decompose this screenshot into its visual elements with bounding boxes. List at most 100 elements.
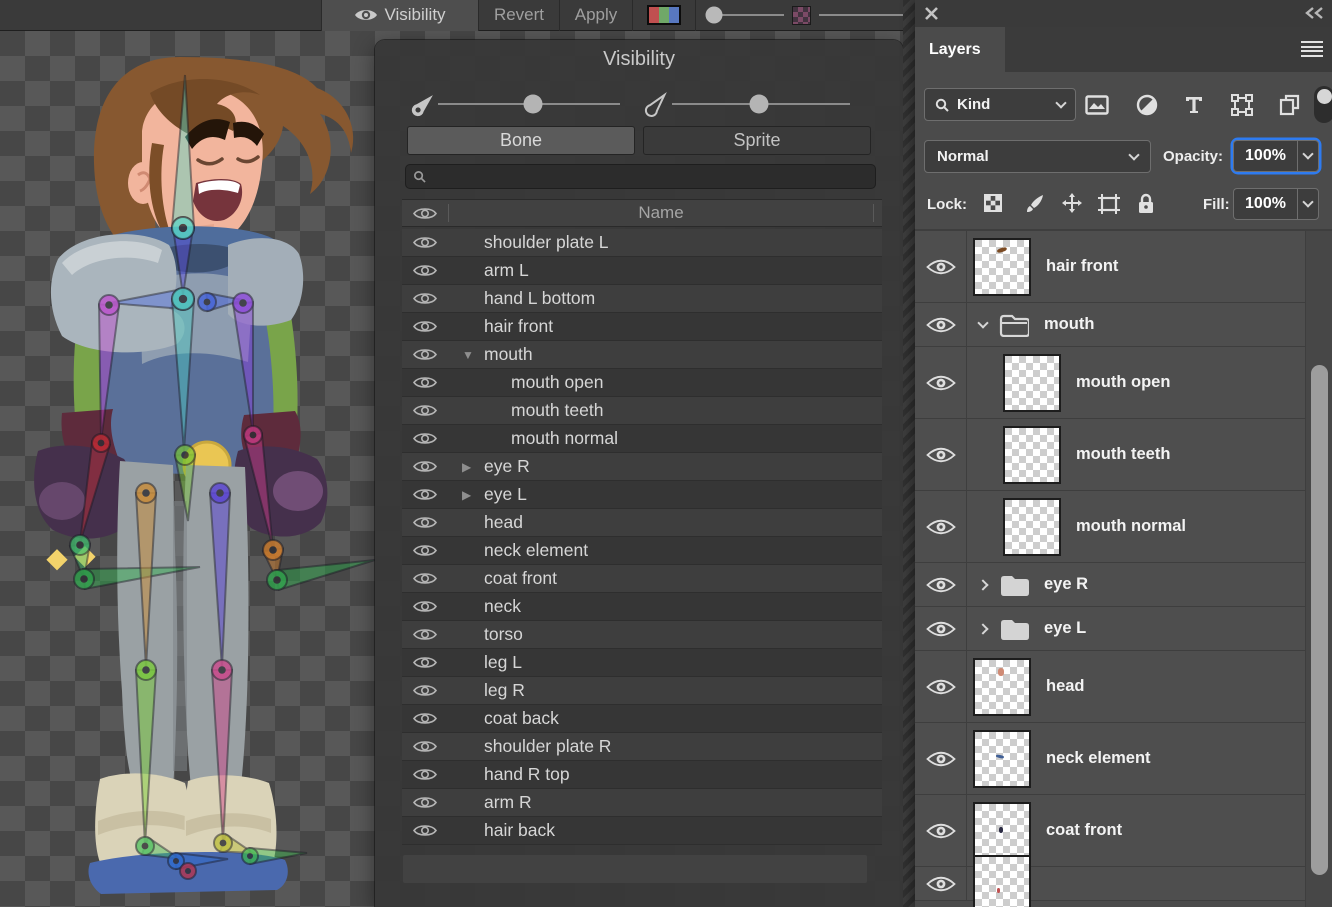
bone-opacity-knob[interactable] (523, 95, 542, 114)
chevron-right-icon[interactable] (977, 579, 988, 590)
layer-eye-toggle[interactable] (915, 723, 967, 794)
visibility-eye-toggle[interactable] (402, 263, 448, 278)
revert-button[interactable]: Revert (479, 0, 559, 31)
layer-eye-toggle[interactable] (915, 347, 967, 418)
visibility-row[interactable]: hand R top (402, 761, 882, 789)
fill-value-field[interactable]: 100% (1233, 188, 1297, 220)
toolbar-opacity-slider[interactable] (714, 14, 784, 16)
blend-mode-select[interactable]: Normal (924, 140, 1151, 173)
bone-color-swatch[interactable] (647, 5, 681, 25)
layer-thumbnail[interactable] (1003, 426, 1061, 484)
visibility-eye-toggle[interactable] (402, 291, 448, 306)
layer-thumbnail[interactable] (1003, 354, 1061, 412)
visibility-eye-toggle[interactable] (402, 347, 448, 362)
visibility-eye-toggle[interactable] (402, 571, 448, 586)
layer-row[interactable]: neck element (915, 723, 1305, 795)
smart-object-filter-icon[interactable] (1279, 94, 1301, 116)
panel-menu-icon[interactable] (1301, 41, 1323, 57)
layer-row[interactable] (915, 867, 1305, 901)
visibility-eye-toggle[interactable] (402, 515, 448, 530)
visibility-row[interactable]: hand L bottom (402, 285, 882, 313)
tab-sprite[interactable]: Sprite (643, 126, 871, 155)
visibility-eye-toggle[interactable] (402, 319, 448, 334)
search-input[interactable] (431, 168, 868, 185)
lock-pixels-brush-icon[interactable] (1025, 193, 1045, 213)
toolbar-secondary-slider[interactable] (819, 14, 904, 16)
visibility-row[interactable]: leg L (402, 649, 882, 677)
layer-thumbnail[interactable] (973, 730, 1031, 788)
search-box[interactable] (405, 164, 876, 189)
lock-artboard-icon[interactable] (1097, 193, 1121, 215)
layer-eye-toggle[interactable] (915, 491, 967, 562)
visibility-row[interactable]: mouth normal (402, 425, 882, 453)
visibility-eye-toggle[interactable] (402, 487, 448, 502)
tab-bone[interactable]: Bone (407, 126, 635, 155)
opacity-value-field[interactable]: 100% (1233, 140, 1297, 172)
chevron-right-icon[interactable] (977, 623, 988, 634)
visibility-row[interactable]: head (402, 509, 882, 537)
visibility-row[interactable]: arm L (402, 257, 882, 285)
layers-scrollbar-thumb[interactable] (1311, 365, 1328, 875)
shape-layer-filter-icon[interactable] (1231, 94, 1253, 116)
sprite-opacity-knob[interactable] (750, 95, 769, 114)
layer-row[interactable]: mouth open (915, 347, 1305, 419)
lock-position-move-icon[interactable] (1061, 192, 1083, 214)
visibility-row[interactable]: neck element (402, 537, 882, 565)
sprite-opacity-slider[interactable] (672, 103, 850, 105)
layer-thumbnail[interactable] (1003, 498, 1061, 556)
pixel-layer-filter-icon[interactable] (1085, 95, 1109, 115)
visibility-row[interactable]: torso (402, 621, 882, 649)
visibility-eye-toggle[interactable] (402, 599, 448, 614)
layer-eye-toggle[interactable] (915, 867, 967, 900)
lock-transparency-icon[interactable] (984, 194, 1002, 212)
visibility-row[interactable]: mouth teeth (402, 397, 882, 425)
visibility-eye-toggle[interactable] (402, 767, 448, 782)
expander-triangle[interactable]: ▶ (462, 488, 484, 502)
visibility-row[interactable]: ▶ eye R (402, 453, 882, 481)
filter-toggle-switch[interactable] (1314, 86, 1332, 123)
visibility-eye-toggle[interactable] (402, 543, 448, 558)
bone-opacity-slider[interactable] (438, 103, 620, 105)
layer-row[interactable]: eye L (915, 607, 1305, 651)
expander-triangle[interactable]: ▶ (462, 460, 484, 474)
close-icon[interactable] (925, 7, 938, 20)
layer-row[interactable]: mouth teeth (915, 419, 1305, 491)
layer-row[interactable]: mouth (915, 303, 1305, 347)
lock-all-icon[interactable] (1137, 193, 1155, 214)
layer-eye-toggle[interactable] (915, 795, 967, 866)
layer-eye-toggle[interactable] (915, 303, 967, 346)
layer-eye-toggle[interactable] (915, 607, 967, 650)
layer-thumbnail[interactable] (973, 855, 1031, 907)
visibility-row[interactable]: coat back (402, 705, 882, 733)
visibility-eye-toggle[interactable] (402, 459, 448, 474)
visibility-row[interactable]: hair back (402, 817, 882, 845)
visibility-eye-toggle[interactable] (402, 235, 448, 250)
visibility-row[interactable]: neck (402, 593, 882, 621)
visibility-row[interactable]: ▶ eye L (402, 481, 882, 509)
layer-eye-toggle[interactable] (915, 563, 967, 606)
visibility-eye-toggle[interactable] (402, 403, 448, 418)
type-layer-filter-icon[interactable] (1184, 95, 1204, 115)
chevron-down-icon[interactable] (977, 317, 988, 328)
layers-scrollbar-track[interactable] (1305, 231, 1332, 907)
collapse-panel-icon[interactable] (1304, 7, 1324, 19)
layer-eye-toggle[interactable] (915, 651, 967, 722)
layer-row[interactable]: hair front (915, 231, 1305, 303)
layer-row[interactable]: eye R (915, 563, 1305, 607)
visibility-row[interactable]: arm R (402, 789, 882, 817)
visibility-eye-toggle[interactable] (402, 711, 448, 726)
expander-triangle[interactable]: ▼ (462, 348, 484, 362)
visibility-eye-toggle[interactable] (402, 795, 448, 810)
layer-row[interactable]: mouth normal (915, 491, 1305, 563)
apply-button[interactable]: Apply (560, 0, 632, 31)
visibility-eye-toggle[interactable] (402, 627, 448, 642)
visibility-eye-toggle[interactable] (402, 655, 448, 670)
visibility-row[interactable]: ▼ mouth (402, 341, 882, 369)
visibility-row[interactable]: hair front (402, 313, 882, 341)
kind-filter-dropdown[interactable]: Kind (924, 88, 1076, 121)
layer-thumbnail[interactable] (973, 238, 1031, 296)
visibility-eye-toggle[interactable] (402, 739, 448, 754)
visibility-row[interactable]: mouth open (402, 369, 882, 397)
layer-thumbnail[interactable] (973, 802, 1031, 860)
visibility-row[interactable]: leg R (402, 677, 882, 705)
